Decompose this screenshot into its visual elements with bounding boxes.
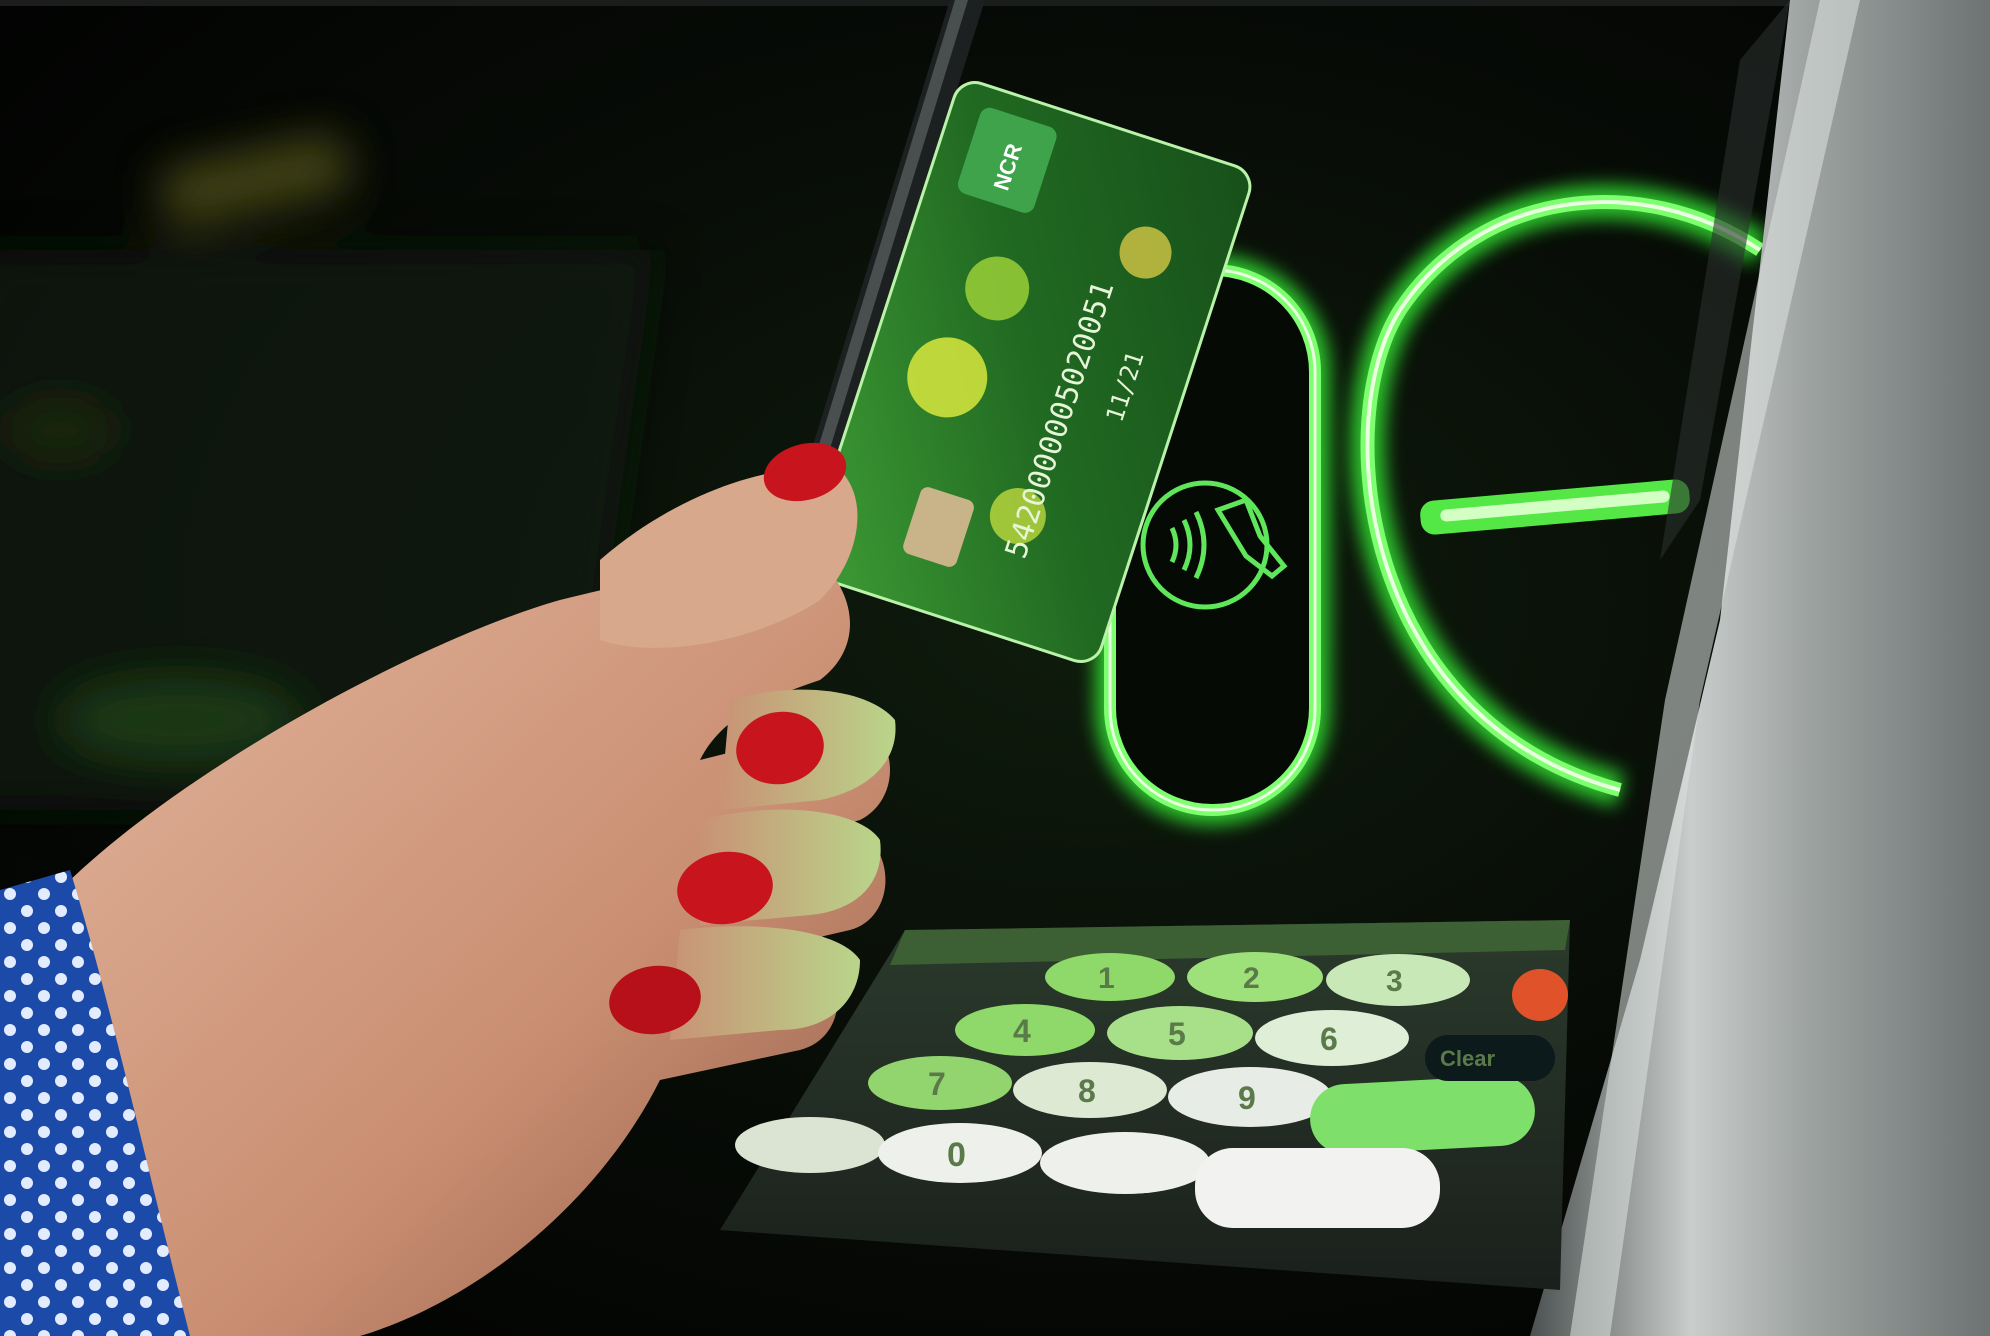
key-cancel[interactable] [1195,1148,1440,1228]
key-orange[interactable] [1512,969,1568,1021]
key-8-label: 8 [1078,1073,1096,1109]
key-2-label: 2 [1243,962,1260,995]
key-enter[interactable] [1308,1074,1536,1156]
key-3-label: 3 [1386,965,1403,998]
key-blank-left[interactable] [735,1117,885,1173]
key-4-label: 4 [1013,1013,1031,1049]
key-0-label: 0 [947,1136,966,1174]
key-6-label: 6 [1320,1021,1338,1057]
key-clear-label: Clear [1440,1046,1495,1071]
atm-photo-scene: 1 2 3 4 5 6 7 8 9 0 Clear NCR 5420000005… [0,0,1990,1336]
key-blank-right[interactable] [1040,1132,1210,1194]
key-7-label: 7 [928,1066,946,1102]
top-edge-strip [0,0,1990,6]
key-5-label: 5 [1168,1016,1186,1052]
key-9-label: 9 [1238,1080,1256,1116]
photo-canvas: 1 2 3 4 5 6 7 8 9 0 Clear NCR 5420000005… [0,0,1990,1336]
key-1-label: 1 [1098,962,1115,995]
